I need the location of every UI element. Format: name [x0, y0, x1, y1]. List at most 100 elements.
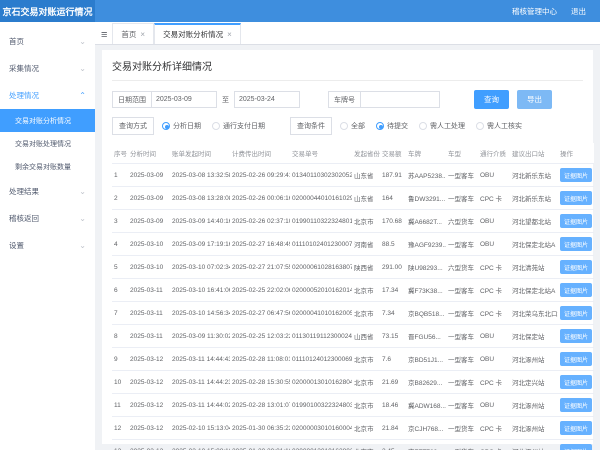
evidence-image-button[interactable]: 证据图片 — [560, 398, 593, 412]
radio-option-label: 待提交 — [387, 123, 408, 130]
tab-item[interactable]: 交易对账分析情况 × — [154, 23, 241, 44]
sidebar-item[interactable]: 处理结果 ⌄ — [0, 178, 95, 205]
table-row: 4 2025-03-10 2025-03-09 17:19:16 2025-02-27… — [112, 232, 594, 256]
table-cell: 六型货车 — [446, 209, 478, 233]
table-body: 1 2025-03-09 2025-03-08 13:32:58 2025-02-26… — [112, 163, 594, 450]
table-cell: 一型货车 — [446, 439, 478, 450]
hamburger-menu-icon[interactable]: ≡ — [99, 29, 112, 44]
sidebar-subitem[interactable]: 交易对账分析情况 — [0, 109, 95, 132]
radio-filter-row: 查询方式 分析日期 通行支付日期 查询条件 全部 待提交 需人工处理 需人工核实 — [112, 117, 583, 135]
table-cell: 01110124012300069... — [290, 347, 352, 371]
sidebar-subitem[interactable]: 剩余交易对账数量 — [0, 155, 95, 178]
table-cell: 2025-03-12 — [128, 347, 170, 371]
table-row: 6 2025-03-11 2025-03-10 16:41:06 2025-02-25… — [112, 278, 594, 302]
chevron-down-icon: ⌄ — [79, 186, 86, 196]
evidence-image-button[interactable]: 证据图片 — [560, 260, 593, 274]
app-logo-title: 京石交易对账运行情况 — [0, 0, 95, 22]
tab-item[interactable]: 首页 × — [112, 23, 155, 44]
table-cell: 河北望都北站 — [510, 209, 558, 233]
radio-option-label: 分析日期 — [173, 123, 201, 130]
table-cell: 2025-03-11 — [128, 301, 170, 325]
user-center-link[interactable]: 稽核管理中心 — [512, 6, 557, 17]
chevron-down-icon: ⌄ — [79, 63, 86, 73]
close-icon[interactable]: × — [140, 30, 145, 39]
evidence-image-button[interactable]: 证据图片 — [560, 306, 593, 320]
radio-group-label: 查询条件 — [290, 117, 332, 135]
sidebar-subitem[interactable]: 交易对账处理情况 — [0, 132, 95, 155]
table-cell: CPC 卡 — [478, 370, 510, 394]
table-cell: CPC 卡 — [478, 439, 510, 450]
evidence-image-button[interactable]: 证据图片 — [560, 375, 593, 389]
evidence-image-button[interactable]: 证据图片 — [560, 421, 593, 435]
table-cell: 2025-01-30 20:01:10 — [230, 439, 290, 450]
radio-option-label: 需人工处理 — [430, 123, 465, 130]
table-cell: 一型客车 — [446, 186, 478, 210]
table-cell: 2025-03-10 — [128, 255, 170, 279]
action-cell: 证据图片 — [558, 393, 594, 417]
table-cell: 2025-02-27 06:47:56 — [230, 301, 290, 325]
date-to-label: 至 — [222, 96, 229, 104]
table-cell: CPC 卡 — [478, 186, 510, 210]
evidence-image-button[interactable]: 证据图片 — [560, 191, 593, 205]
search-button[interactable]: 查询 — [474, 90, 509, 109]
table-cell: 2025-03-11 — [128, 324, 170, 348]
sidebar-item[interactable]: 稽核返回 ⌄ — [0, 205, 95, 232]
export-button[interactable]: 导出 — [517, 90, 552, 109]
sidebar-item[interactable]: 首页 ⌄ — [0, 28, 95, 55]
table-cell: 京CJH768... — [406, 416, 446, 440]
table-cell: 2025-02-28 13:01:07 — [230, 393, 290, 417]
radio-option[interactable]: 需人工核实 — [476, 121, 522, 131]
logout-link[interactable]: 退出 — [571, 6, 586, 17]
date-start-input[interactable] — [151, 91, 217, 108]
results-table-wrap: 序号 分析时间 账单发起时间 计费传出时间 交易单号 发起省份 交易额 车牌 车型 通行介质 建议出… — [112, 143, 594, 450]
table-cell: 京BQB518... — [406, 301, 446, 325]
table-cell: 北京市 — [352, 301, 380, 325]
table-cell: 冀A6682T... — [406, 209, 446, 233]
radio-circle-icon — [162, 122, 170, 130]
table-cell: 4 — [112, 232, 128, 256]
table-row: 8 2025-03-11 2025-03-09 11:30:02 2025-02-25… — [112, 324, 594, 348]
column-header: 计费传出时间 — [230, 143, 290, 164]
table-cell: 2025-03-08 13:32:58 — [170, 163, 230, 187]
table-cell: 73.15 — [380, 324, 406, 348]
sidebar-item[interactable]: 采集情况 ⌄ — [0, 55, 95, 82]
table-cell: OBU — [478, 324, 510, 348]
evidence-image-button[interactable]: 证据图片 — [560, 214, 593, 228]
evidence-image-button[interactable]: 证据图片 — [560, 352, 593, 366]
table-row: 1 2025-03-09 2025-03-08 13:32:58 2025-02-26… — [112, 163, 594, 187]
radio-option[interactable]: 全部 — [340, 121, 365, 131]
date-range-group: 日期范围 — [112, 91, 217, 108]
radio-option[interactable]: 需人工处理 — [419, 121, 465, 131]
evidence-image-button[interactable]: 证据图片 — [560, 168, 593, 182]
radio-circle-icon — [376, 122, 384, 130]
table-cell: 北京市 — [352, 370, 380, 394]
table-cell: 8 — [112, 324, 128, 348]
sidebar-item-label: 稽核返回 — [9, 214, 39, 223]
table-cell: 北京市 — [352, 209, 380, 233]
table-cell: 02000041010162005... — [290, 301, 352, 325]
action-cell: 证据图片 — [558, 186, 594, 210]
table-cell: CPC 卡 — [478, 301, 510, 325]
evidence-image-button[interactable]: 证据图片 — [560, 329, 593, 343]
radio-option[interactable]: 分析日期 — [162, 121, 201, 131]
table-row: 2 2025-03-09 2025-03-08 13:28:08 2025-02-26… — [112, 186, 594, 210]
table-cell: 02000044010161029... — [290, 186, 352, 210]
evidence-image-button[interactable]: 证据图片 — [560, 444, 593, 450]
plate-input[interactable] — [360, 91, 440, 108]
radio-option[interactable]: 通行支付日期 — [212, 121, 265, 131]
date-end-input[interactable] — [234, 91, 300, 108]
sidebar-item[interactable]: 设置 ⌄ — [0, 232, 95, 259]
evidence-image-button[interactable]: 证据图片 — [560, 237, 593, 251]
sidebar-menu: 首页 ⌄ 采集情况 ⌄ 处理情况 ⌃ 交易对账分析情况交易对账处理情况剩余交易对账数量 处理结… — [0, 22, 95, 450]
close-icon[interactable]: × — [227, 30, 232, 39]
table-row: 3 2025-03-09 2025-03-09 14:40:16 2025-02-26… — [112, 209, 594, 233]
column-header: 分析时间 — [128, 143, 170, 164]
sidebar-item[interactable]: 处理情况 ⌃ — [0, 82, 95, 109]
radio-circle-icon — [476, 122, 484, 130]
radio-option[interactable]: 待提交 — [376, 121, 408, 131]
table-row: 9 2025-03-12 2025-03-11 14:44:43 2025-02-28… — [112, 347, 594, 371]
table-cell: 12 — [112, 416, 128, 440]
sidebar-subitem-label: 交易对账处理情况 — [15, 140, 71, 148]
table-cell: 2025-03-08 13:28:08 — [170, 186, 230, 210]
evidence-image-button[interactable]: 证据图片 — [560, 283, 593, 297]
